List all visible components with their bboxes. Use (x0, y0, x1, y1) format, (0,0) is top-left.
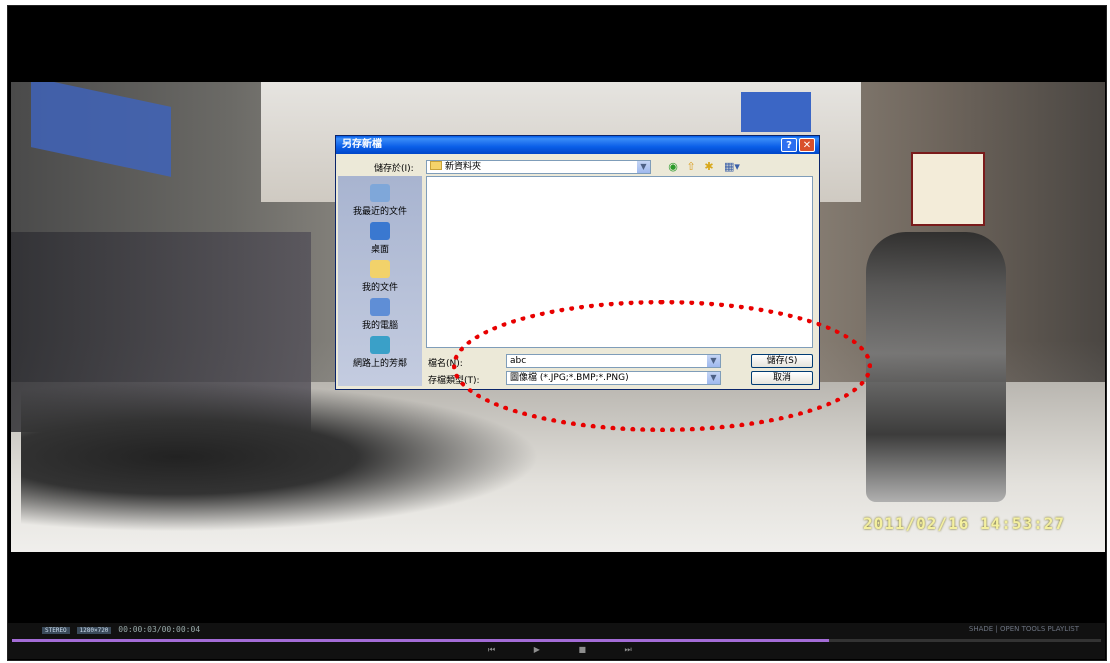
chevron-down-icon[interactable]: ▼ (637, 161, 650, 173)
new-folder-icon[interactable]: ✱ (702, 160, 716, 174)
video-timestamp: 2011/02/16 14:53:27 (863, 514, 1066, 533)
folder-icon (430, 161, 442, 170)
seek-fill (12, 639, 829, 642)
place-my-documents[interactable]: 我的文件 (338, 260, 422, 293)
place-label: 我的文件 (361, 283, 398, 293)
place-my-computer[interactable]: 我的電腦 (338, 298, 422, 331)
up-folder-icon[interactable]: ⇧ (684, 160, 698, 174)
place-label: 我的電腦 (361, 321, 398, 331)
player-info: STEREO 1280×720 00:00:03/00:00:04 (42, 625, 200, 634)
scene-sign-left (31, 82, 171, 177)
time-display: 00:00:03/00:00:04 (118, 625, 201, 634)
close-button[interactable]: ✕ (799, 138, 815, 152)
save-in-label: 儲存於(I): (374, 164, 414, 174)
scene-parked-scooters (21, 382, 541, 532)
save-in-value: 新資料夾 (445, 162, 482, 172)
network-icon (370, 336, 390, 354)
place-recent[interactable]: 我最近的文件 (338, 184, 422, 217)
view-menu-icon[interactable]: ▦▾ (722, 160, 742, 174)
back-icon[interactable]: ◉ (666, 160, 680, 174)
stereo-chip: STEREO (42, 627, 70, 634)
place-label: 我最近的文件 (352, 207, 407, 217)
highlight-annotation (452, 300, 872, 432)
player-menu[interactable]: SHADE | OPEN TOOLS PLAYLIST (969, 625, 1079, 633)
places-bar: 我最近的文件 桌面 我的文件 我的電腦 網路上的芳鄰 (338, 176, 422, 386)
transport-buttons[interactable]: ⏮ ▶ ■ ⏭ (488, 645, 650, 655)
dialog-title: 另存新檔 (342, 139, 382, 150)
scene-sign-center (741, 92, 811, 132)
recent-docs-icon (370, 184, 390, 202)
scene-scooter-rider (866, 232, 1006, 502)
dialog-titlebar[interactable]: 另存新檔 ? ✕ (336, 136, 819, 154)
save-in-combo[interactable]: 新資料夾 ▼ (426, 160, 651, 174)
scene-sign-right (911, 152, 985, 226)
place-network[interactable]: 網路上的芳鄰 (338, 336, 422, 369)
my-documents-icon (370, 260, 390, 278)
seek-bar[interactable] (12, 639, 1101, 642)
player-controls: STEREO 1280×720 00:00:03/00:00:04 SHADE … (8, 623, 1105, 659)
place-label: 網路上的芳鄰 (352, 359, 407, 369)
resolution-chip: 1280×720 (76, 627, 112, 634)
help-button[interactable]: ? (781, 138, 797, 152)
my-computer-icon (370, 298, 390, 316)
place-label: 桌面 (370, 245, 389, 255)
desktop-icon (370, 222, 390, 240)
place-desktop[interactable]: 桌面 (338, 222, 422, 255)
